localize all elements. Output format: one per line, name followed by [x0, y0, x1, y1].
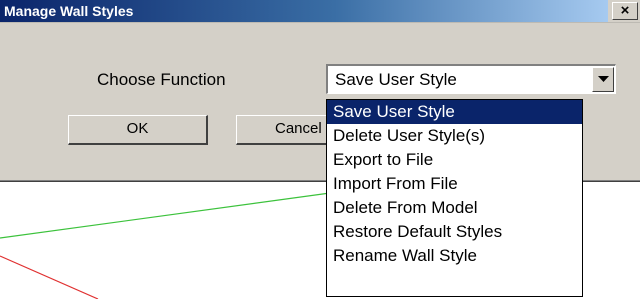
screen: Manage Wall Styles × Choose Function Sav…: [0, 0, 640, 299]
dropdown-option-delete-from-model[interactable]: Delete From Model: [327, 196, 582, 220]
choose-function-label: Choose Function: [97, 70, 226, 89]
close-icon: ×: [620, 2, 630, 19]
function-select[interactable]: Save User Style: [326, 64, 616, 94]
green-edge-line: [0, 192, 331, 239]
red-edge-line: [0, 255, 99, 299]
dropdown-option-export-to-file[interactable]: Export to File: [327, 148, 582, 172]
dropdown-toggle-button[interactable]: [592, 67, 614, 92]
dropdown-option-import-from-file[interactable]: Import From File: [327, 172, 582, 196]
dropdown-option-delete-user-styles[interactable]: Delete User Style(s): [327, 124, 582, 148]
chevron-down-icon: [598, 76, 609, 82]
dialog-title: Manage Wall Styles: [4, 3, 134, 19]
dropdown-option-save-user-style[interactable]: Save User Style: [327, 100, 582, 124]
dropdown-option-rename-wall-style[interactable]: Rename Wall Style: [327, 244, 582, 268]
function-dropdown-list: Save User Style Delete User Style(s) Exp…: [326, 99, 583, 297]
ok-button[interactable]: OK: [68, 115, 208, 145]
title-bar[interactable]: Manage Wall Styles ×: [0, 0, 640, 23]
close-button[interactable]: ×: [612, 2, 638, 20]
dropdown-option-restore-default-styles[interactable]: Restore Default Styles: [327, 220, 582, 244]
function-select-value: Save User Style: [335, 70, 457, 89]
